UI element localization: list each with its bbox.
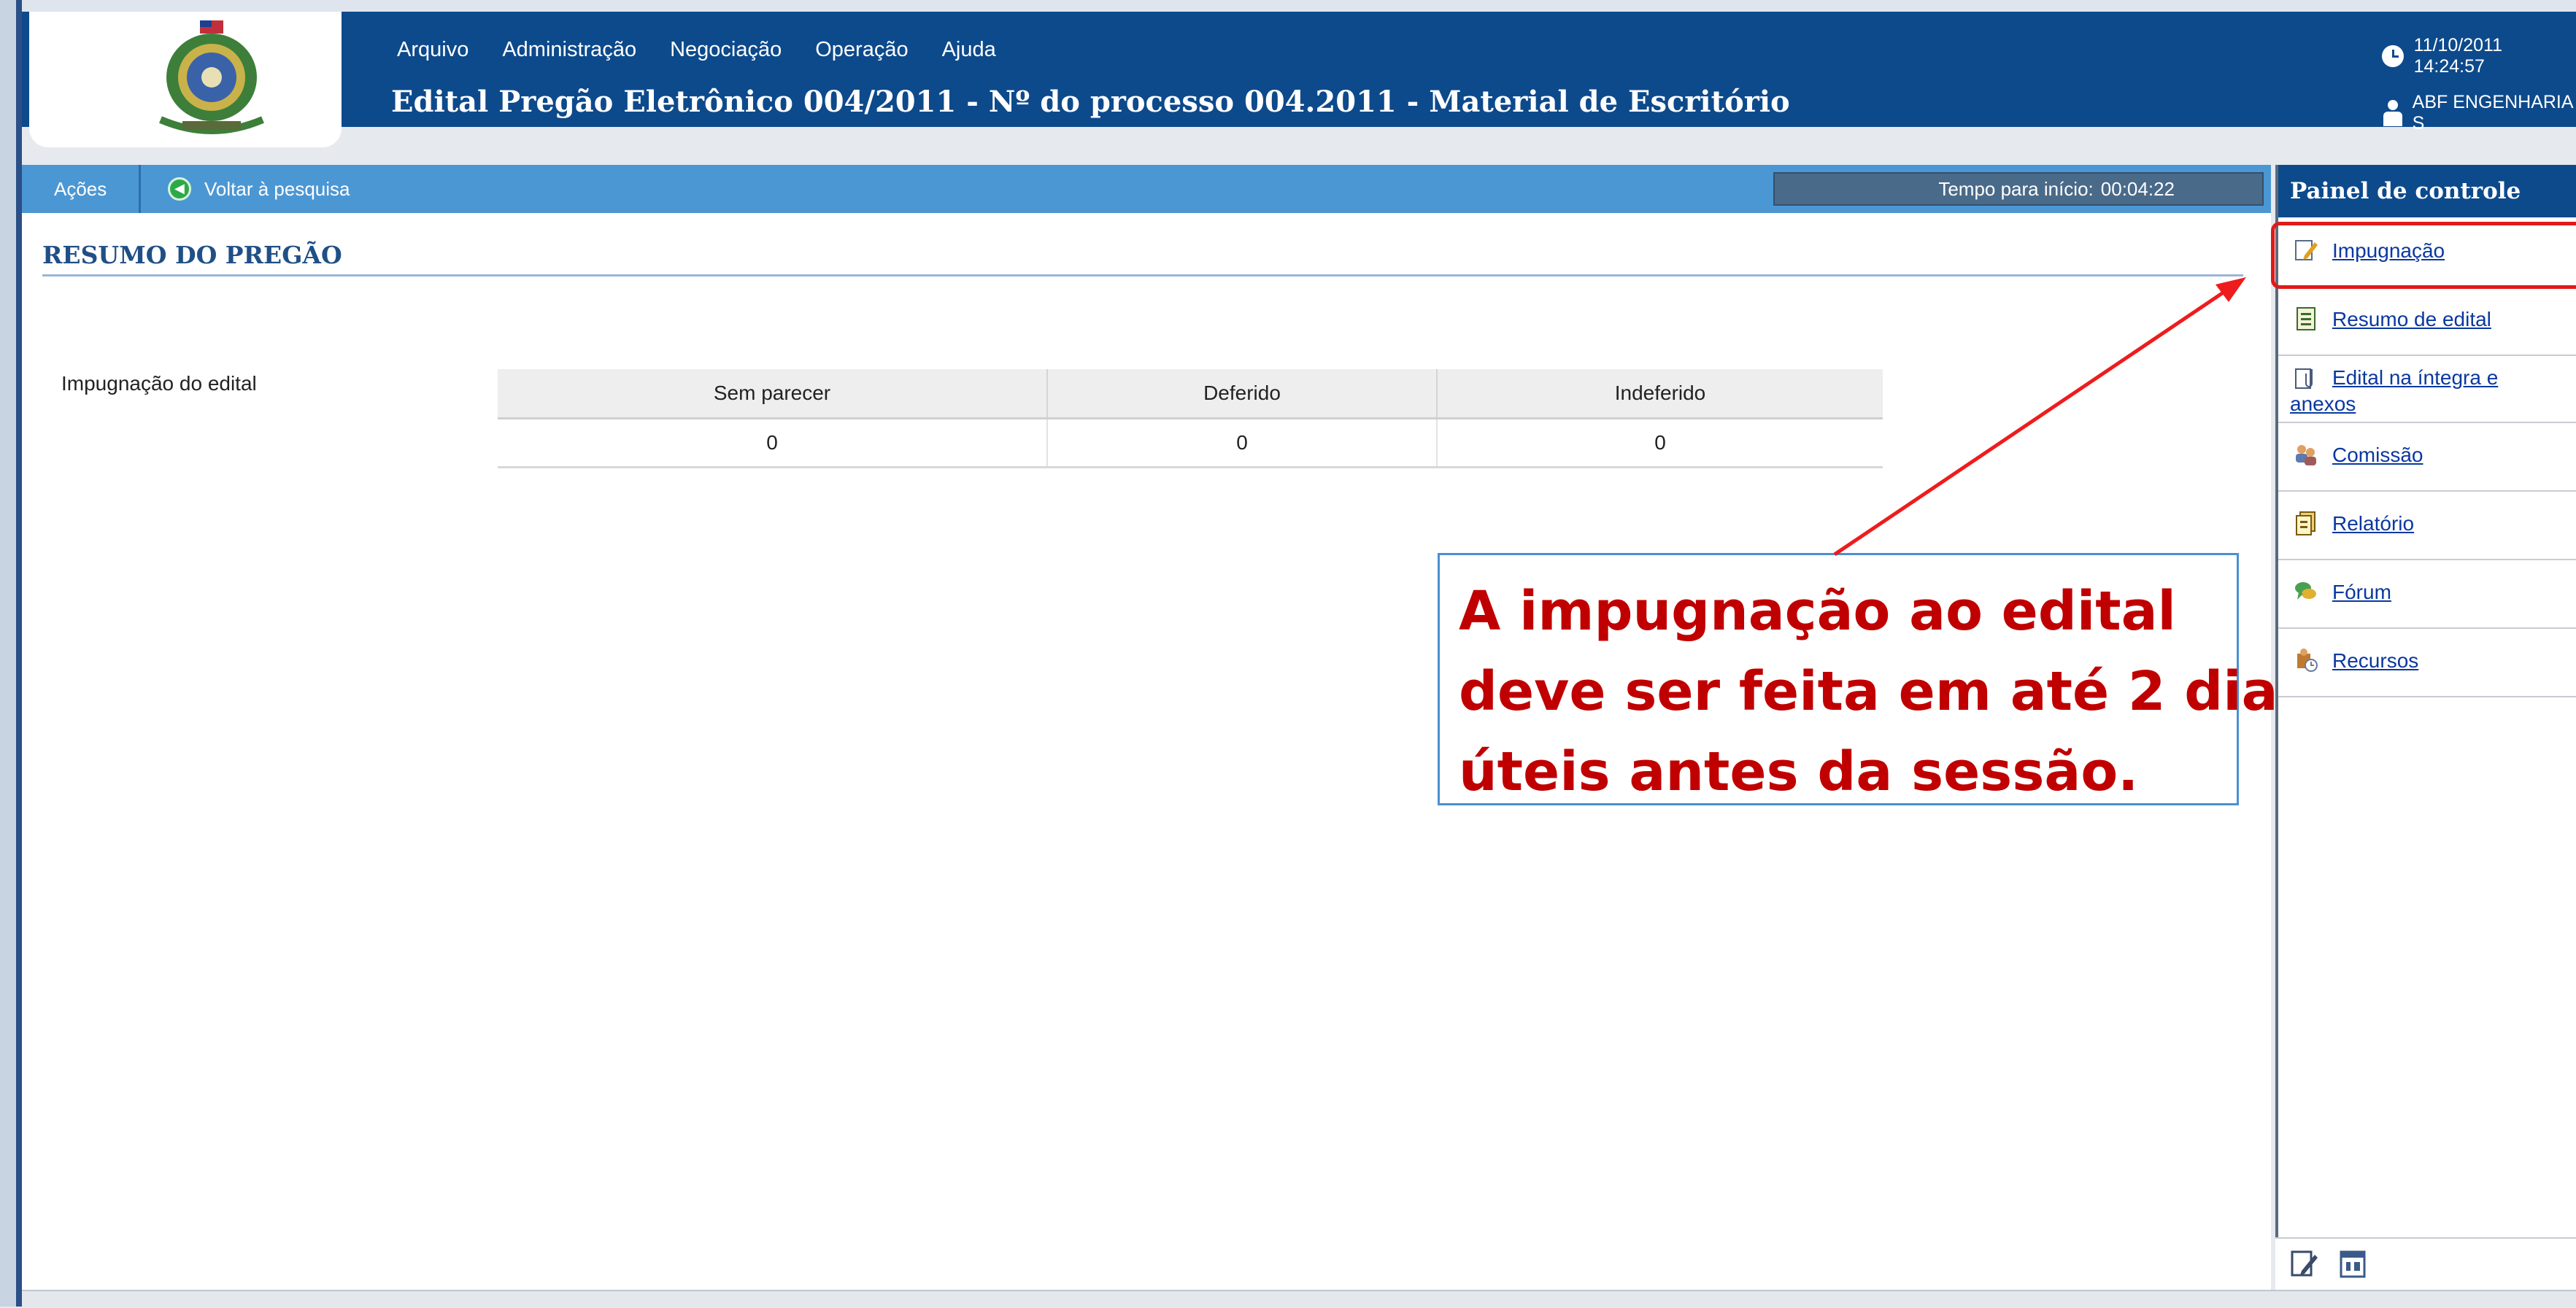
menu-operacao[interactable]: Operação [815, 38, 908, 62]
logo [29, 12, 342, 147]
forum-icon [2295, 582, 2316, 600]
voltar-pesquisa-button[interactable]: Voltar à pesquisa [168, 165, 350, 213]
table-header-row: Sem parecer Deferido Indeferido [498, 369, 1883, 419]
clock-icon [2382, 45, 2404, 67]
callout-line-1: A impugnação ao edital [1459, 580, 2176, 643]
user-display: ABF ENGENHARIA S [2382, 92, 2576, 134]
app-header: Arquivo Administração Negociação Operaçã… [22, 12, 2576, 133]
main-menu: Arquivo Administração Negociação Operaçã… [397, 38, 1030, 62]
status-bar [22, 1290, 2576, 1308]
timer-value: 00:04:22 [2100, 177, 2175, 200]
back-arrow-icon [168, 177, 191, 201]
menu-administracao[interactable]: Administração [502, 38, 636, 62]
cell-indeferido: 0 [1437, 418, 1883, 468]
callout-line-2: deve ser feita em até 2 dias [1459, 660, 2310, 723]
document-list-icon [2297, 307, 2315, 330]
panel-link-recursos[interactable]: Recursos [2332, 649, 2418, 673]
datetime-text: 11/10/2011 14:24:57 [2413, 35, 2502, 77]
panel-item-edital-integra[interactable]: Edital na íntegra e anexos [2278, 355, 2576, 423]
users-icon [2296, 445, 2316, 465]
page-title: Edital Pregão Eletrônico 004/2011 - Nº d… [391, 85, 1790, 119]
annotation-callout: A impugnação ao edital deve ser feita em… [1438, 553, 2310, 805]
window-top-edge [0, 0, 2576, 12]
panel-item-recursos[interactable]: Recursos [2278, 627, 2576, 697]
datetime-display: 11/10/2011 14:24:57 [2382, 35, 2576, 77]
panel-link-relatorio[interactable]: Relatório [2332, 512, 2414, 535]
countdown-timer: Tempo para início: 00:04:22 [1773, 172, 2264, 206]
menu-negociacao[interactable]: Negociação [670, 38, 782, 62]
calendar-icon[interactable] [2338, 1249, 2367, 1280]
timer-label: Tempo para início: [1938, 177, 2094, 200]
menu-arquivo[interactable]: Arquivo [397, 38, 468, 62]
panel-link-edital-integra-2[interactable]: anexos [2290, 392, 2356, 416]
section-title: RESUMO DO PREGÃO [42, 241, 342, 269]
attachment-doc-icon [2295, 368, 2313, 389]
callout-line-3: úteis antes da sessão. [1459, 740, 2139, 803]
panel-link-edital-integra-1[interactable]: Edital na íntegra e [2332, 366, 2498, 390]
panel-item-resumo-edital[interactable]: Resumo de edital [2278, 286, 2576, 356]
panel-link-forum[interactable]: Fórum [2332, 581, 2391, 604]
header-indeferido: Indeferido [1437, 369, 1883, 419]
header-sem-parecer: Sem parecer [498, 369, 1048, 419]
user-name: ABF ENGENHARIA S [2412, 92, 2573, 133]
coat-of-arms-icon [159, 20, 264, 134]
impugnacao-row-label: Impugnação do edital [61, 372, 257, 395]
acoes-button[interactable]: Ações [22, 165, 142, 213]
section-divider [42, 274, 2243, 276]
panel-bottom-toolbar [2275, 1237, 2576, 1290]
user-icon [2382, 100, 2402, 126]
table-row: 0 0 0 [498, 418, 1883, 468]
impugnacao-summary-table: Sem parecer Deferido Indeferido 0 0 0 [498, 369, 1883, 468]
control-panel: Painel de controle Impugnação Resumo de … [2275, 165, 2576, 1288]
resources-icon [2297, 649, 2318, 672]
panel-item-forum[interactable]: Fórum [2278, 559, 2576, 629]
header-deferido: Deferido [1047, 369, 1438, 419]
cell-sem-parecer: 0 [498, 418, 1048, 468]
report-icon [2296, 511, 2315, 535]
window-left-frame [0, 0, 16, 1307]
window-left-border [16, 0, 22, 1307]
panel-item-relatorio[interactable]: Relatório [2278, 490, 2576, 560]
impugnacao-highlight-box [2271, 222, 2576, 289]
panel-item-comissao[interactable]: Comissão [2278, 422, 2576, 492]
edit-pencil-icon[interactable] [2290, 1249, 2319, 1280]
menu-ajuda[interactable]: Ajuda [942, 38, 996, 62]
cell-deferido: 0 [1047, 418, 1438, 468]
panel-title: Painel de controle [2278, 165, 2576, 217]
action-toolbar: Ações Voltar à pesquisa Tempo para iníci… [22, 165, 2271, 213]
panel-link-resumo-edital[interactable]: Resumo de edital [2332, 308, 2491, 331]
panel-link-comissao[interactable]: Comissão [2332, 444, 2423, 467]
voltar-label: Voltar à pesquisa [204, 177, 350, 200]
